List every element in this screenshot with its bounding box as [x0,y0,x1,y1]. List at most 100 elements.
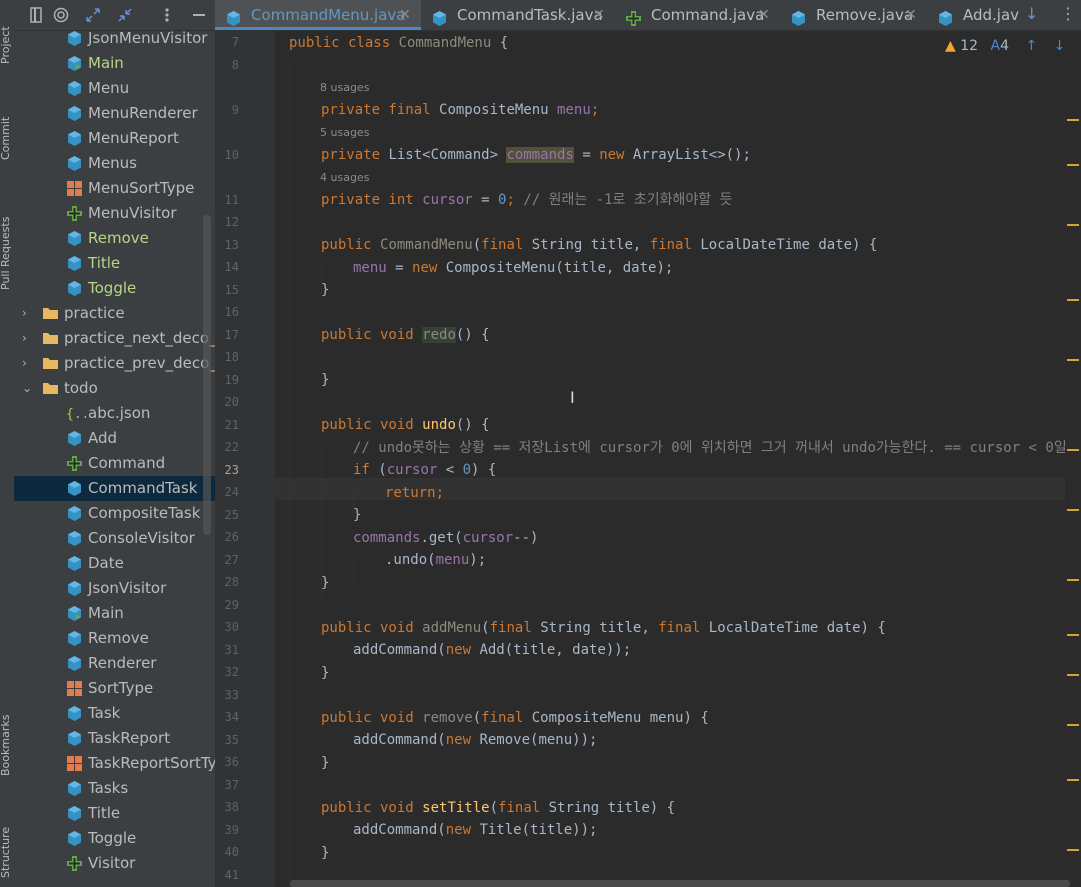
line-number: 16 [224,305,239,319]
enum-icon [66,680,83,697]
tree-item[interactable]: Tasks [14,776,215,801]
tree-item[interactable]: › practice [14,301,215,326]
tree-item[interactable]: TaskReport [14,726,215,751]
chevron-down-icon[interactable]: ⌄ [22,376,32,401]
collapse-all-icon[interactable] [114,4,136,26]
tree-item[interactable]: Menus [14,151,215,176]
hide-panel-icon[interactable] [188,4,210,26]
expand-all-icon[interactable] [82,4,104,26]
tree-item[interactable]: Title [14,801,215,826]
editor-tab[interactable]: Remove.java ✕ [780,0,927,30]
usages-hint-menu[interactable]: 8 usages [320,81,369,94]
tab-list-icon[interactable]: ↓ [1025,4,1038,23]
close-tab-icon[interactable]: ✕ [905,0,917,30]
tree-item[interactable]: › practice_next_deco_fo [14,326,215,351]
close-tab-icon[interactable]: ✕ [758,0,770,30]
tree-item[interactable]: Remove [14,626,215,651]
tree-item[interactable]: CommandTask [14,476,215,501]
editor-tab-label: Command.java [651,6,765,24]
structure-tool-tab[interactable]: Structure [0,798,15,878]
more-tabs-icon[interactable]: ⋮ [1060,4,1076,23]
tree-item[interactable]: Add [14,426,215,451]
tree-item[interactable]: SortType [14,676,215,701]
tree-item[interactable]: MenuVisitor [14,201,215,226]
inspection-widget[interactable]: ▲ 12 A4 ↑ ↓ [945,38,1066,60]
tree-item[interactable]: Toggle [14,826,215,851]
tree-item[interactable]: Main [14,601,215,626]
bookmarks-tool-tab[interactable]: Bookmarks [0,686,15,776]
tree-item[interactable]: Task [14,701,215,726]
class-icon [66,555,83,572]
class-icon [66,105,83,122]
chevron-right-icon[interactable]: › [22,301,27,326]
project-scrollbar[interactable] [203,215,211,535]
chevron-right-icon[interactable]: › [22,351,27,376]
tree-item-label: MenuRenderer [88,104,198,122]
stripe-mark[interactable] [1067,779,1079,781]
tree-item[interactable]: Toggle [14,276,215,301]
tree-item[interactable]: MenuReport [14,126,215,151]
interface-icon [66,455,83,472]
stripe-mark[interactable] [1067,674,1079,676]
tree-item-label: Remove [88,629,149,647]
pull-requests-tool-tab[interactable]: Pull Requests [0,182,15,290]
chevron-right-icon[interactable]: › [22,326,27,351]
tree-item[interactable]: MenuRenderer [14,101,215,126]
select-opened-file-icon[interactable] [26,4,48,26]
stripe-mark[interactable] [1067,164,1079,166]
locate-icon[interactable] [50,4,72,26]
tree-item[interactable]: Command [14,451,215,476]
tree-item-label: Visitor [88,854,136,872]
tree-item-label: Title [88,804,121,822]
next-highlight-icon[interactable]: ↓ [1054,38,1066,54]
error-stripe[interactable] [1065,31,1081,887]
previous-highlight-icon[interactable]: ↑ [1025,38,1037,54]
tree-item[interactable]: Renderer [14,651,215,676]
commit-tool-tab[interactable]: Commit [0,92,15,160]
tree-item[interactable]: CompositeTask [14,501,215,526]
stripe-mark[interactable] [1067,724,1079,726]
code-line-36: } [321,755,330,771]
usages-hint-cursor[interactable]: 4 usages [320,171,369,184]
stripe-mark[interactable] [1067,509,1079,511]
stripe-mark[interactable] [1067,634,1079,636]
stripe-mark[interactable] [1067,449,1079,451]
editor-tab[interactable]: Command.java ✕ [615,0,780,30]
stripe-mark[interactable] [1067,579,1079,581]
horizontal-scrollbar[interactable] [290,880,1070,887]
editor-tab[interactable]: CommandMenu.java ✕ [215,0,421,30]
stripe-mark[interactable] [1067,119,1079,121]
folder-icon [42,305,59,322]
tree-item[interactable]: Remove [14,226,215,251]
options-menu-icon[interactable] [156,4,178,26]
tree-item[interactable]: Main [14,51,215,76]
tree-item[interactable]: MenuSortType [14,176,215,201]
tree-item[interactable]: ConsoleVisitor [14,526,215,551]
tree-item[interactable]: ⌄ todo [14,376,215,401]
code-editor[interactable]: public class CommandMenu { 8 usages priv… [275,31,1065,887]
code-line-38: public void setTitle(final String title)… [321,800,676,816]
stripe-mark[interactable] [1067,359,1079,361]
folder-icon [42,380,59,397]
tree-item[interactable]: Title [14,251,215,276]
stripe-mark[interactable] [1067,299,1079,301]
tree-item[interactable]: {..}abc.json [14,401,215,426]
tree-item[interactable]: JsonVisitor [14,576,215,601]
tree-item[interactable]: › practice_prev_deco_fo [14,351,215,376]
editor-tab[interactable]: CommandTask.java ✕ [421,0,615,30]
tree-item[interactable]: Menu [14,76,215,101]
editor-tab[interactable]: Add.jav [927,0,1019,30]
tree-item[interactable]: Date [14,551,215,576]
close-tab-icon[interactable]: ✕ [593,0,605,30]
tree-item-label: MenuVisitor [88,204,177,222]
tree-item[interactable]: Visitor [14,851,215,876]
project-tool-tab[interactable]: Project [0,2,15,64]
tree-item-label: Command [88,454,166,472]
close-tab-icon[interactable]: ✕ [399,0,411,30]
usages-hint-commands[interactable]: 5 usages [320,126,369,139]
code-line-35: addCommand(new Remove(menu)); [353,732,598,748]
class-icon [66,480,83,497]
tree-item[interactable]: TaskReportSortTyp [14,751,215,776]
stripe-mark[interactable] [1067,849,1079,851]
stripe-mark[interactable] [1067,224,1079,226]
